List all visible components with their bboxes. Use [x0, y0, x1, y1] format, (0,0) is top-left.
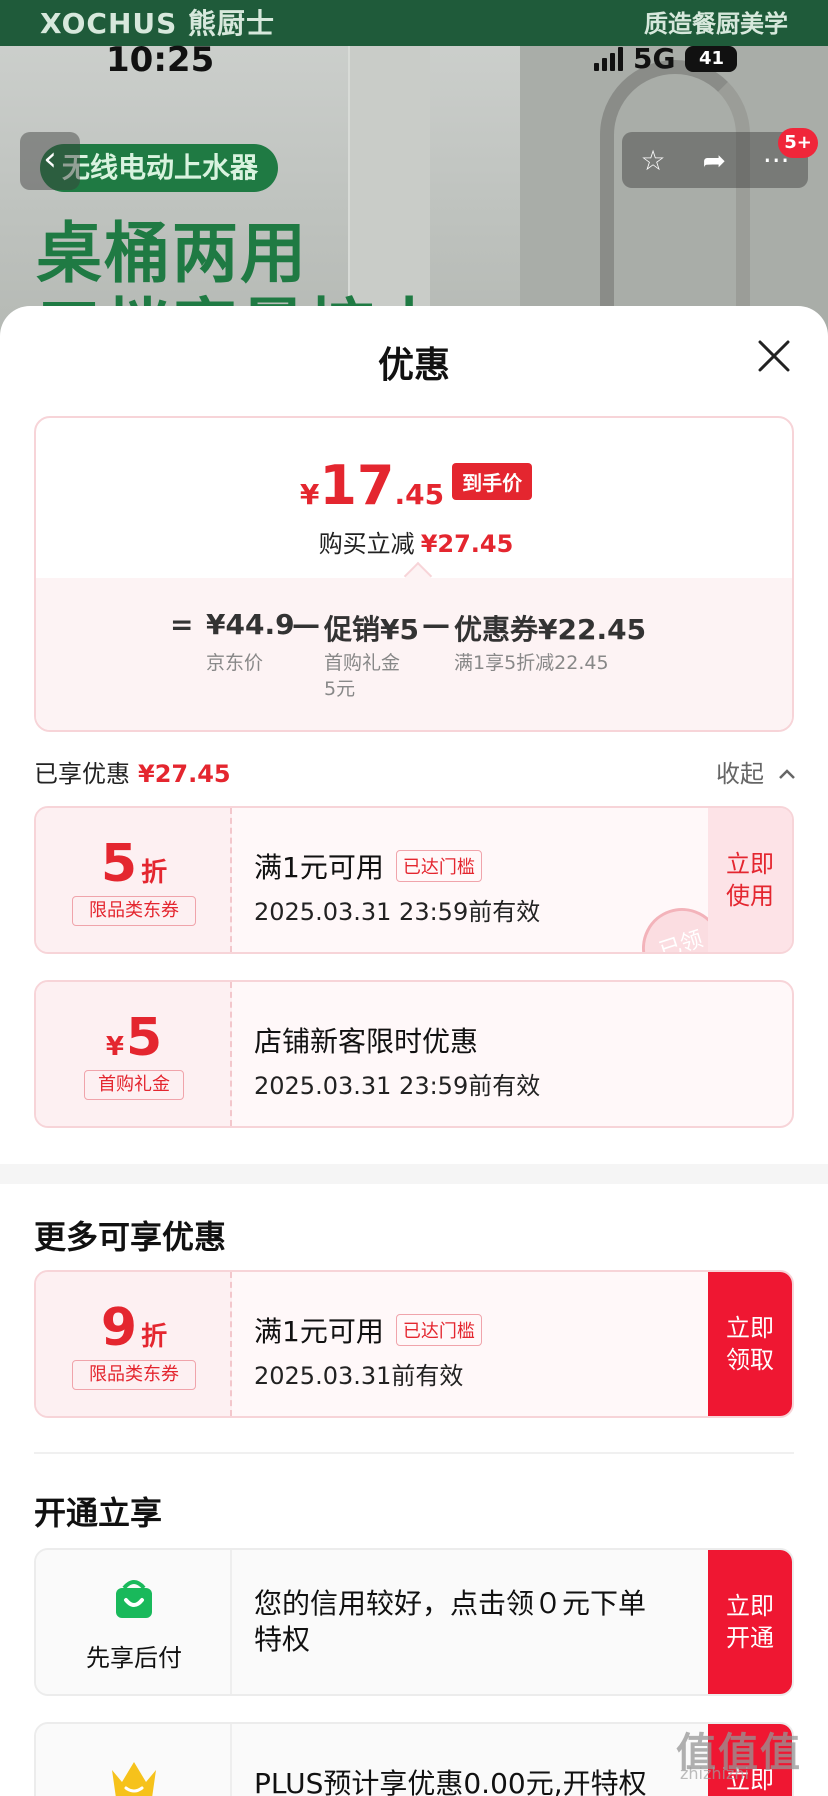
- share-icon[interactable]: ➦: [702, 144, 725, 177]
- back-button[interactable]: ‹: [20, 132, 80, 190]
- promo-label-2: 5元: [324, 678, 356, 700]
- coupon-card: 5折 限品类东券 满1元可用 已达门槛 2025.03.31 23:59前有效 已…: [34, 806, 794, 954]
- more-discounts-title: 更多可享优惠: [34, 1218, 227, 1256]
- use-coupon-button[interactable]: 立即 使用: [708, 808, 792, 952]
- coupon-title: 满1元可用 已达门槛: [254, 1310, 482, 1350]
- chevron-up-icon: [778, 769, 795, 779]
- coupon-value: 9折: [100, 1298, 168, 1358]
- threshold-badge: 已达门槛: [395, 1314, 482, 1346]
- enjoyed-discount: 已享优惠 ¥27.45: [34, 760, 231, 788]
- pay-later-label: 先享后付: [86, 1644, 182, 1672]
- price-summary-card: ¥17.45 到手价 购买立减 ¥27.45 = ¥44.9 京东价 — 促销¥5 …: [34, 416, 794, 732]
- threshold-badge: 已达门槛: [395, 850, 482, 882]
- watermark-text: zhizhizhi: [680, 1764, 749, 1783]
- signal-icon: [594, 46, 623, 71]
- coupon-validity: 2025.03.31 23:59前有效: [254, 1072, 541, 1100]
- coupon-label: 满1享5折减22.45: [454, 652, 609, 674]
- coupon-card: 9折 限品类东券 满1元可用 已达门槛 2025.03.31前有效 立即 领取: [34, 1270, 794, 1418]
- minus-sign: —: [292, 608, 320, 641]
- promo-label: 首购礼金: [324, 652, 401, 674]
- minus-sign: —: [422, 608, 450, 641]
- status-time: 10:25: [106, 40, 215, 80]
- battery-icon: 41: [685, 45, 738, 72]
- claim-coupon-button[interactable]: 立即 领取: [708, 1272, 792, 1416]
- faucet-image: [600, 60, 750, 340]
- pay-later-text: 您的信用较好，点击领０元下单 特权: [254, 1587, 647, 1656]
- message-badge: 5+: [778, 128, 818, 158]
- favorite-icon[interactable]: ☆: [640, 144, 665, 177]
- buy-reduce: 购买立减 ¥27.45: [318, 530, 514, 558]
- crown-icon: [112, 1762, 156, 1796]
- coupon-card: ¥5 首购礼金 店铺新客限时优惠 2025.03.31 23:59前有效: [34, 980, 794, 1128]
- activate-button[interactable]: 立即 开通: [708, 1550, 792, 1694]
- final-price: ¥17.45 到手价: [36, 454, 792, 517]
- status-indicators: 5G 41: [594, 42, 738, 75]
- equals-sign: =: [170, 608, 194, 641]
- coupon-type-tag: 首购礼金: [84, 1070, 184, 1100]
- brand-logo: XOCHUS 熊厨士: [40, 7, 276, 40]
- coupon-title: 满1元可用 已达门槛: [254, 846, 482, 886]
- coupon-validity: 2025.03.31前有效: [254, 1362, 464, 1390]
- network-label: 5G: [633, 42, 676, 75]
- final-price-tag: 到手价: [452, 463, 533, 500]
- close-icon[interactable]: [756, 338, 792, 374]
- coupon-value: ¥5: [105, 1008, 163, 1068]
- coupon-title: 店铺新客限时优惠: [254, 1025, 479, 1058]
- discount-sheet: 优惠 ¥17.45 到手价 购买立减 ¥27.45 = ¥44.9 京东价 — 促销…: [0, 306, 828, 1796]
- sheet-title: 优惠: [377, 345, 450, 386]
- promo-amount: 促销¥5: [324, 613, 419, 646]
- coupon-amount: 优惠券¥22.45: [454, 613, 647, 646]
- coupon-value: 5折: [100, 834, 168, 894]
- brand-slogan: 质造餐厨美学: [644, 10, 788, 38]
- open-benefits-title: 开通立享: [34, 1494, 163, 1532]
- coupon-validity: 2025.03.31 23:59前有效: [254, 898, 541, 926]
- price-breakdown: = ¥44.9 京东价 — 促销¥5 首购礼金 5元 — 优惠券¥22.45 满…: [36, 578, 792, 730]
- shopping-bag-icon: [116, 1580, 152, 1618]
- coupon-type-tag: 限品类东券: [72, 896, 196, 926]
- pay-later-card: 先享后付 您的信用较好，点击领０元下单 特权 立即 开通: [34, 1548, 794, 1696]
- collapse-button[interactable]: 收起: [716, 754, 796, 789]
- jd-price: ¥44.9: [206, 608, 295, 641]
- coupon-type-tag: 限品类东券: [72, 1360, 196, 1390]
- plus-text: PLUS预计享优惠0.00元,开特权: [254, 1767, 647, 1796]
- jd-price-label: 京东价: [206, 652, 264, 674]
